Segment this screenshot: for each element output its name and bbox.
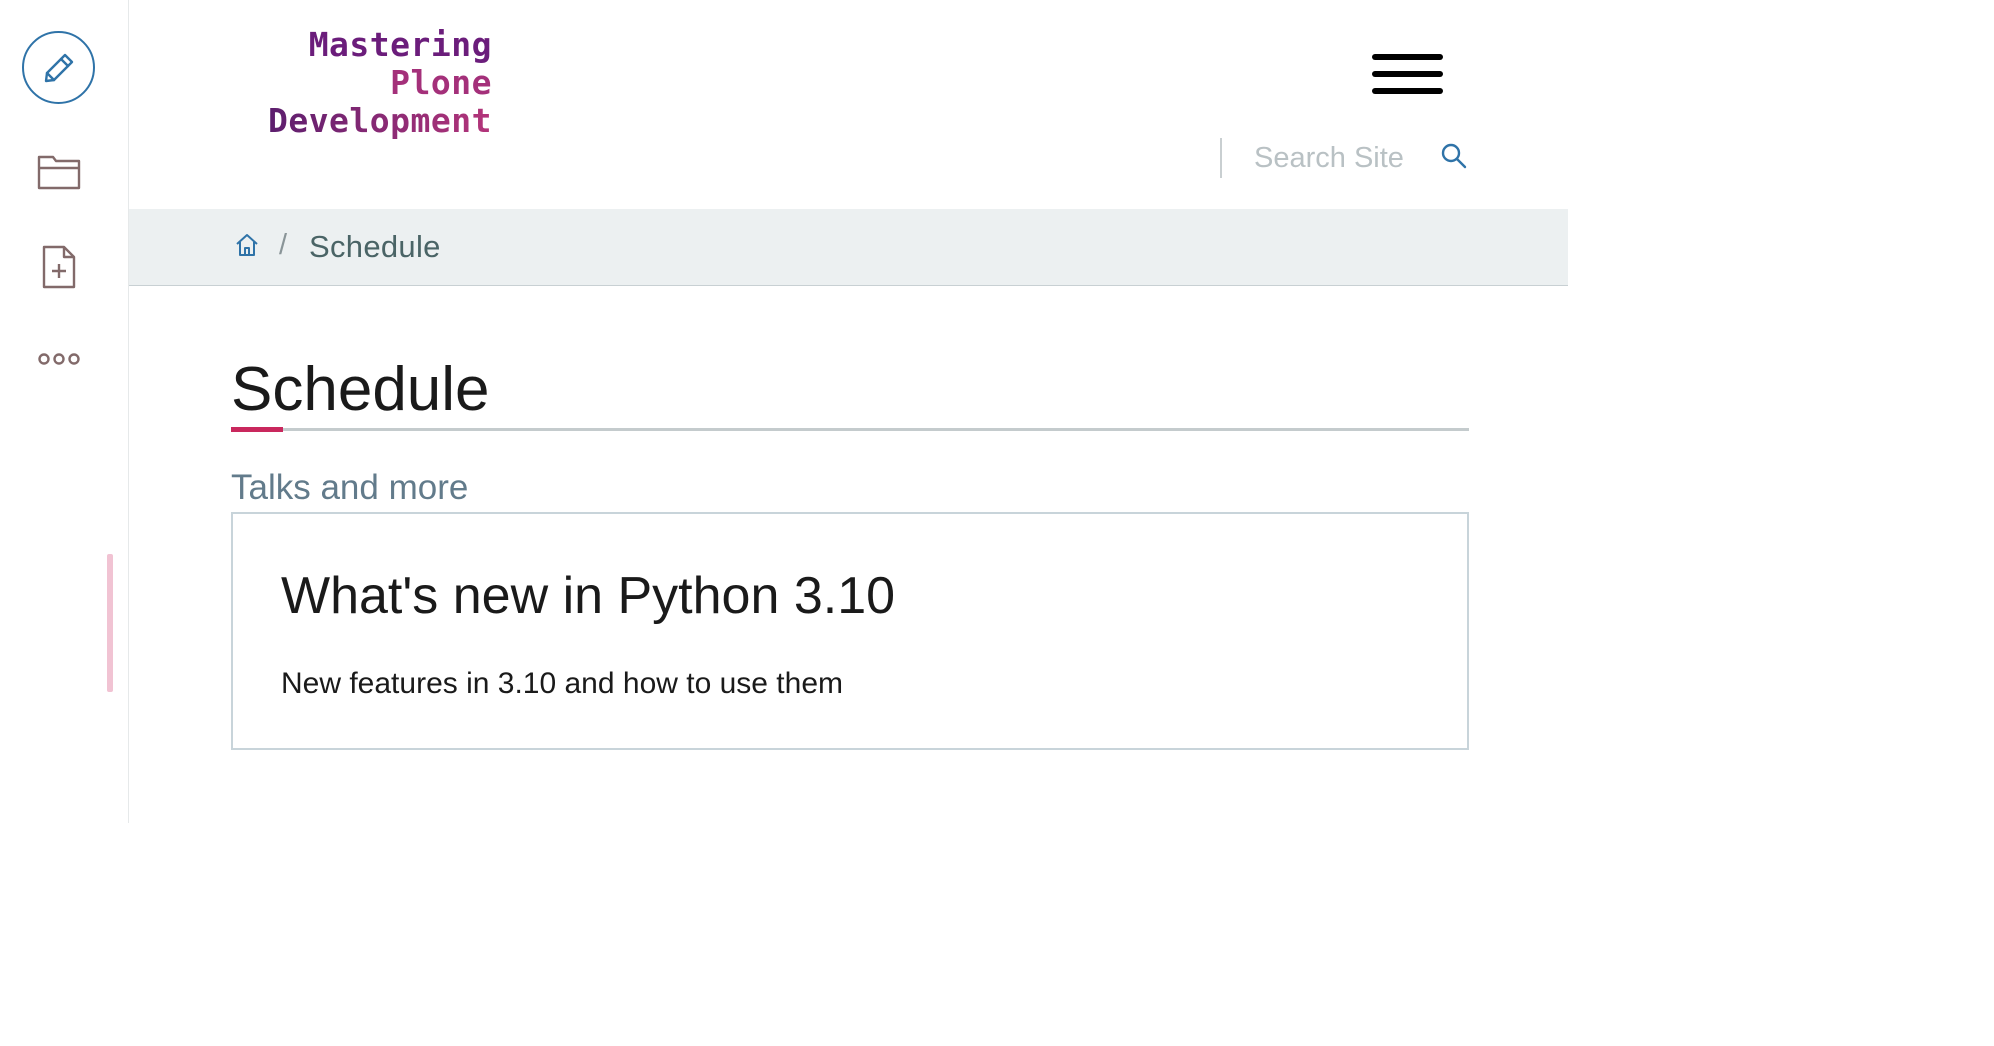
- logo-line-3: Development: [230, 102, 492, 140]
- title-divider: [231, 428, 1469, 431]
- edit-button[interactable]: [22, 31, 95, 104]
- breadcrumb-separator: /: [279, 229, 288, 261]
- more-icon: [38, 353, 80, 365]
- listing-card-description: New features in 3.10 and how to use them: [281, 667, 844, 700]
- listing-card-title[interactable]: What's new in Python 3.10: [281, 564, 895, 628]
- breadcrumb: / Schedule: [129, 209, 1568, 286]
- section-heading: Talks and more: [231, 468, 469, 507]
- title-accent-bar: [231, 427, 283, 432]
- pencil-icon: [44, 53, 73, 82]
- logo-line-1: Mastering: [308, 25, 492, 64]
- search-icon: [1441, 143, 1467, 169]
- more-button[interactable]: [33, 333, 85, 385]
- home-icon: [236, 234, 258, 256]
- listing-card[interactable]: What's new in Python 3.10 New features i…: [231, 512, 1469, 750]
- add-document-icon: [42, 245, 76, 289]
- breadcrumb-current: Schedule: [309, 229, 441, 264]
- hamburger-icon: [1372, 54, 1443, 60]
- search-button[interactable]: [1438, 140, 1470, 172]
- folder-icon: [37, 155, 81, 190]
- site-logo[interactable]: Mastering Plone Development: [230, 26, 492, 140]
- contents-button[interactable]: [33, 146, 85, 198]
- search-input[interactable]: [1244, 136, 1424, 180]
- toolbar: [0, 0, 129, 823]
- breadcrumb-home-link[interactable]: [233, 231, 261, 259]
- toolbar-resize-handle[interactable]: [107, 554, 113, 692]
- search-divider: [1220, 138, 1222, 178]
- menu-button[interactable]: [1372, 52, 1443, 98]
- page-title: Schedule: [231, 355, 490, 424]
- logo-line-2: Plone: [390, 63, 492, 102]
- add-button[interactable]: [33, 241, 85, 293]
